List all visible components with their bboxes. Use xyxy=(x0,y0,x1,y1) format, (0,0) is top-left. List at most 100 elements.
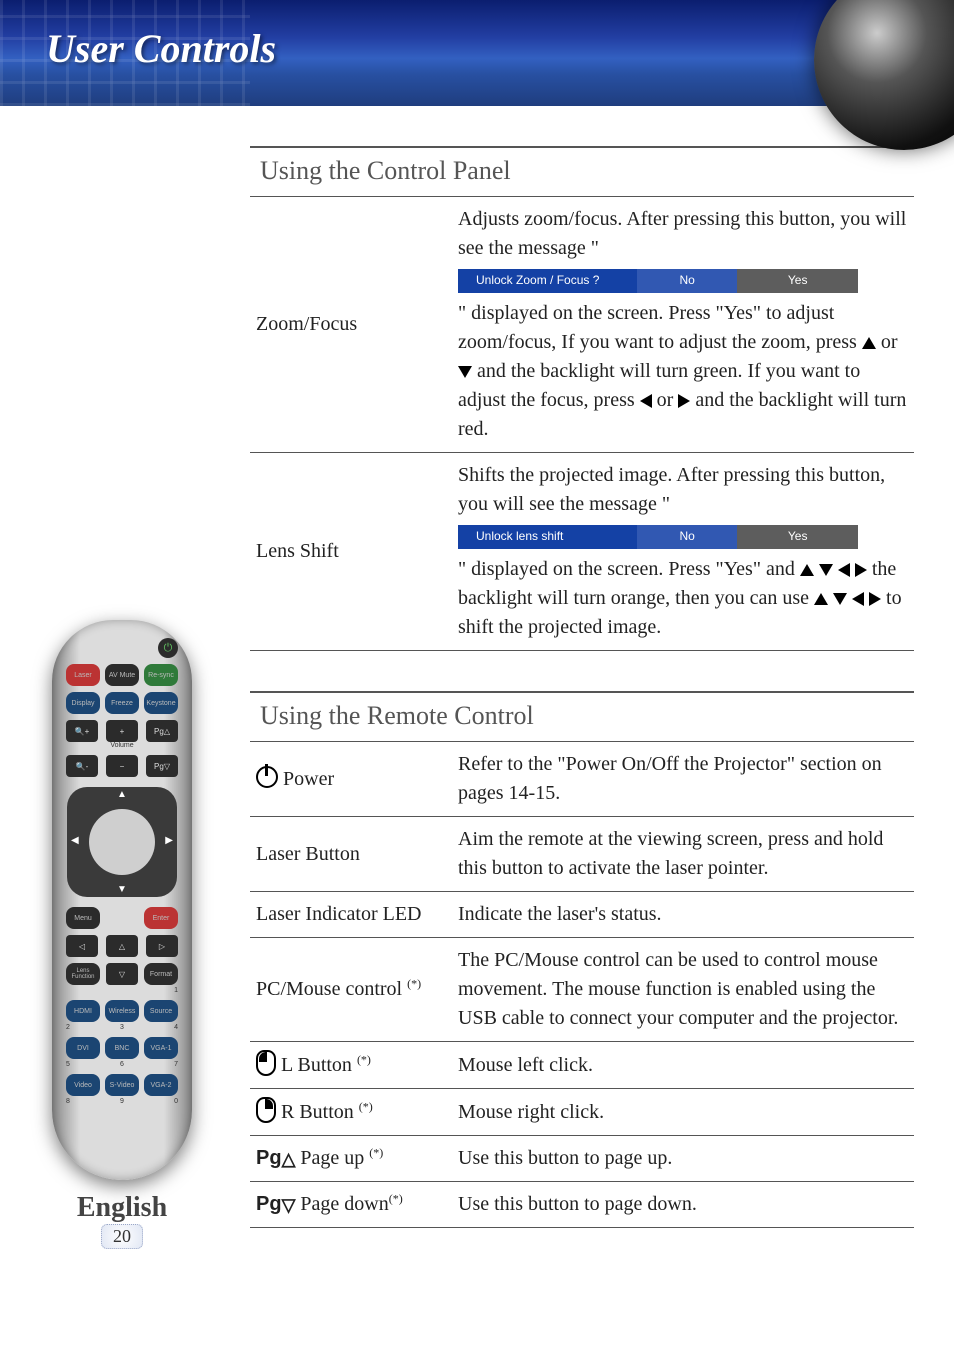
text: PC/Mouse control xyxy=(256,978,407,1000)
page-up-icon xyxy=(282,1146,296,1172)
arrow-down-icon xyxy=(819,564,833,576)
remote-lens-button[interactable]: Lens Function xyxy=(66,963,100,985)
rbutton-desc: Mouse right click. xyxy=(452,1089,914,1136)
arrow-up-icon xyxy=(862,337,876,349)
pcmouse-desc: The PC/Mouse control can be used to cont… xyxy=(452,938,914,1042)
rbutton-label: R Button (*) xyxy=(250,1089,452,1136)
lens-shift-desc: Shifts the projected image. After pressi… xyxy=(452,453,914,651)
sidebar: ⏻ Laser AV Mute Re-sync Display Freeze K… xyxy=(22,620,222,1249)
prompt-no-button[interactable]: No xyxy=(637,525,738,549)
lens-shift-label: Lens Shift xyxy=(250,453,452,651)
prompt-question: Unlock Zoom / Focus ? xyxy=(458,269,637,293)
remote-pgup-button[interactable]: Pg△ xyxy=(146,720,178,742)
remote-avmute-button[interactable]: AV Mute xyxy=(105,664,139,686)
prompt-no-button[interactable]: No xyxy=(637,269,738,293)
remote-volume-label: Volume xyxy=(66,742,178,749)
text: Adjusts zoom/focus. After pressing this … xyxy=(458,208,906,259)
control-panel-table: Zoom/Focus Adjusts zoom/focus. After pre… xyxy=(250,197,914,651)
remote-video-button[interactable]: Video xyxy=(66,1074,100,1096)
num-label: 9 xyxy=(120,1098,124,1105)
remote-power-button[interactable]: ⏻ xyxy=(158,638,178,658)
pagedown-label: Pg Page down(*) xyxy=(250,1182,452,1228)
remote-vga1-button[interactable]: VGA-1 xyxy=(144,1037,178,1059)
remote-dvi-button[interactable]: DVI xyxy=(66,1037,100,1059)
remote-nav-left[interactable]: ◁ xyxy=(66,935,98,957)
remote-control-image: ⏻ Laser AV Mute Re-sync Display Freeze K… xyxy=(52,620,192,1180)
page-down-icon xyxy=(282,1192,296,1218)
power-label: Power xyxy=(250,742,452,817)
num-label: 8 xyxy=(66,1098,70,1105)
prompt-yes-button[interactable]: Yes xyxy=(737,525,858,549)
arrow-right-icon xyxy=(678,394,690,408)
remote-menu-button[interactable]: Menu xyxy=(66,907,100,929)
arrow-up-icon xyxy=(800,564,814,576)
remote-laser-button[interactable]: Laser xyxy=(66,664,100,686)
text: or xyxy=(657,389,679,411)
text: down xyxy=(344,1193,388,1215)
laser-button-desc: Aim the remote at the viewing screen, pr… xyxy=(452,817,914,892)
footnote-marker: (*) xyxy=(359,1099,373,1113)
zoom-focus-label: Zoom/Focus xyxy=(250,197,452,453)
remote-resync-button[interactable]: Re-sync xyxy=(144,664,178,686)
num-label: 2 xyxy=(66,1024,70,1031)
page-title: User Controls xyxy=(46,25,276,72)
text: " displayed on the screen. Press "Yes" t… xyxy=(458,302,862,353)
remote-vga2-button[interactable]: VGA-2 xyxy=(144,1074,178,1096)
remote-table: Power Refer to the "Power On/Off the Pro… xyxy=(250,742,914,1228)
laser-led-label: Laser Indicator LED xyxy=(250,892,452,938)
text: or xyxy=(881,331,898,353)
footnote-marker: (*) xyxy=(389,1191,403,1205)
banner-lens-graphic xyxy=(814,0,954,150)
pagedown-desc: Use this button to page down. xyxy=(452,1182,914,1228)
page-banner: User Controls xyxy=(0,0,954,106)
remote-format-button[interactable]: Format xyxy=(144,963,178,985)
num-label: 5 xyxy=(66,1061,70,1068)
arrow-down-icon xyxy=(833,593,847,605)
footnote-marker: (*) xyxy=(357,1052,371,1066)
remote-wireless-button[interactable]: Wireless xyxy=(105,1000,139,1022)
text: Page up xyxy=(295,1147,369,1169)
zoom-focus-desc: Adjusts zoom/focus. After pressing this … xyxy=(452,197,914,453)
pageup-desc: Use this button to page up. xyxy=(452,1136,914,1182)
remote-bnc-button[interactable]: BNC xyxy=(105,1037,139,1059)
remote-display-button[interactable]: Display xyxy=(66,692,100,714)
remote-volminus-button[interactable]: − xyxy=(106,755,138,777)
remote-keystone-button[interactable]: Keystone xyxy=(144,692,178,714)
page-number: 20 xyxy=(101,1224,143,1249)
remote-zoomin-button[interactable]: 🔍+ xyxy=(66,720,98,742)
footnote-marker: (*) xyxy=(407,976,421,990)
unlock-lens-prompt: Unlock lens shift No Yes xyxy=(458,525,858,549)
remote-nav-right[interactable]: ▷ xyxy=(146,935,178,957)
prompt-question: Unlock lens shift xyxy=(458,525,637,549)
mouse-left-icon xyxy=(256,1050,276,1076)
prompt-yes-button[interactable]: Yes xyxy=(737,269,858,293)
section-heading-remote: Using the Remote Control xyxy=(250,691,914,742)
remote-dpad[interactable]: ▲ ▼ ◀ ▶ xyxy=(67,787,177,897)
remote-pgdn-button[interactable]: Pg▽ xyxy=(146,755,178,777)
num-label: 0 xyxy=(174,1098,178,1105)
remote-freeze-button[interactable]: Freeze xyxy=(105,692,139,714)
arrow-right-icon xyxy=(855,563,867,577)
num-label: 3 xyxy=(120,1024,124,1031)
remote-nav-down[interactable]: ▽ xyxy=(106,963,138,985)
language-label: English xyxy=(22,1192,222,1224)
remote-source-button[interactable]: Source xyxy=(144,1000,178,1022)
remote-volplus-button[interactable]: + xyxy=(106,720,138,742)
num-label: 7 xyxy=(174,1061,178,1068)
lbutton-desc: Mouse left click. xyxy=(452,1042,914,1089)
remote-svideo-button[interactable]: S-Video xyxy=(105,1074,139,1096)
remote-zoomout-button[interactable]: 🔍- xyxy=(66,755,98,777)
laser-led-desc: Indicate the laser's status. xyxy=(452,892,914,938)
arrow-up-icon xyxy=(814,593,828,605)
arrow-right-icon xyxy=(869,592,881,606)
remote-hdmi-button[interactable]: HDMI xyxy=(66,1000,100,1022)
arrow-left-icon xyxy=(852,592,864,606)
arrow-down-icon xyxy=(458,366,472,378)
pageup-label: Pg Page up (*) xyxy=(250,1136,452,1182)
text: Page xyxy=(295,1193,339,1215)
footnote-marker: (*) xyxy=(369,1145,383,1159)
laser-button-label: Laser Button xyxy=(250,817,452,892)
remote-enter-button[interactable]: Enter xyxy=(144,907,178,929)
remote-nav-up[interactable]: △ xyxy=(106,935,138,957)
pcmouse-label: PC/Mouse control (*) xyxy=(250,938,452,1042)
